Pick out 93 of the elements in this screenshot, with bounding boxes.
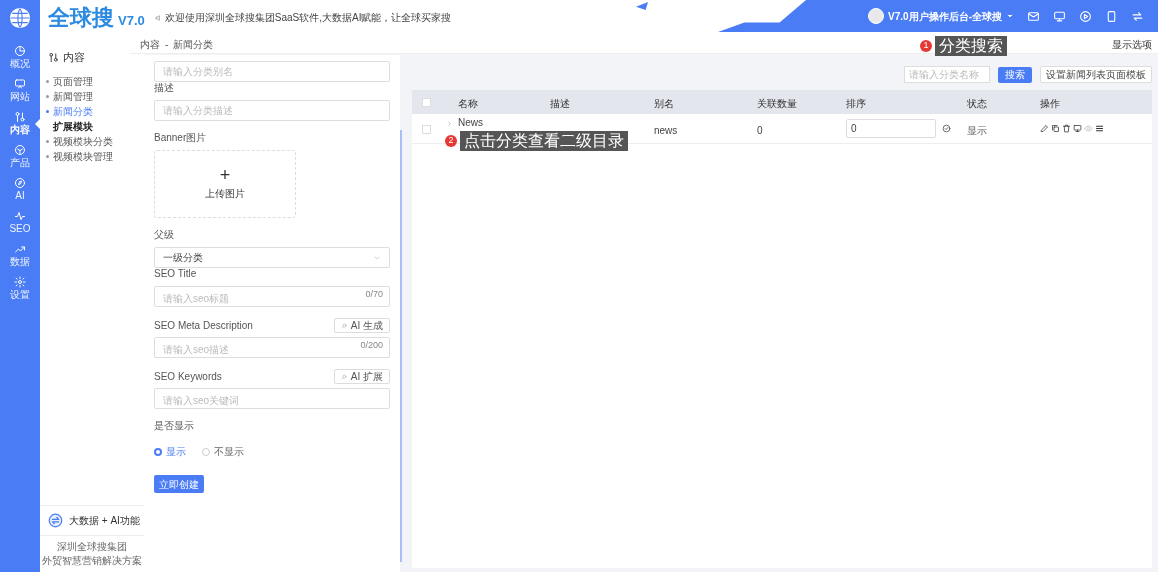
edit-icon[interactable] <box>1040 124 1049 133</box>
breadcrumb-item: 新闻分类 <box>173 37 214 52</box>
annotation-tooltip: 点击分类查看二级目录 <box>460 131 628 151</box>
display-options-link[interactable]: 显示选项 <box>1112 36 1152 52</box>
clock-icon[interactable] <box>14 45 26 57</box>
bullet-icon <box>46 109 49 113</box>
submenu-item[interactable]: 视频模块分类 <box>53 133 113 149</box>
submenu-title: 内容 <box>63 50 85 65</box>
trend-icon[interactable] <box>14 243 26 255</box>
rail-item[interactable]: 数据 <box>10 255 30 268</box>
caret-icon[interactable] <box>1006 12 1014 20</box>
submenu-item[interactable]: 新闻管理 <box>53 88 93 104</box>
submenu-item[interactable]: 扩展模块 <box>53 118 93 134</box>
footer-text: 深圳全球搜集团 <box>57 540 127 554</box>
rail-item[interactable]: SEO <box>9 222 31 235</box>
key-icon <box>48 51 59 63</box>
rail-item[interactable]: 内容 <box>10 123 30 136</box>
key-icon[interactable] <box>14 111 26 123</box>
rail-item[interactable]: AI <box>15 189 25 202</box>
globe-icon <box>9 6 31 29</box>
field-label: SEO Meta Description <box>154 319 253 333</box>
text-area[interactable]: 请输入seo描述 0/200 <box>154 337 390 358</box>
checkbox[interactable] <box>422 98 431 107</box>
column-header: 别名 <box>654 97 674 111</box>
monitor-icon[interactable] <box>1053 9 1066 23</box>
rail-item[interactable]: 网站 <box>10 90 30 103</box>
table-cell-text: 0 <box>757 124 763 138</box>
ai-button[interactable]: AI 生成 <box>333 318 390 333</box>
menu-icon[interactable] <box>1095 124 1104 133</box>
tablet-icon[interactable] <box>1105 9 1118 23</box>
column-header: 操作 <box>1040 97 1060 111</box>
bullet-icon <box>46 139 49 143</box>
rail-item[interactable]: 设置 <box>10 288 30 301</box>
bullet-icon <box>46 94 49 98</box>
field-label: SEO Keywords <box>154 370 222 384</box>
monitor-icon[interactable] <box>14 78 26 90</box>
welcome-text: 欢迎使用深圳全球搜集团SaaS软件,大数据AI赋能，让全球买家搜 <box>164 11 452 25</box>
footer-text: 外贸智慧营销解决方案 <box>42 554 142 568</box>
submenu-item[interactable]: 页面管理 <box>53 73 93 89</box>
parent-select[interactable]: 一级分类 <box>154 247 390 268</box>
column-header: 描述 <box>550 97 570 111</box>
pointer-mark <box>636 2 648 10</box>
account-name[interactable]: V7.0用户操作后台-全球搜 <box>888 8 1002 24</box>
rail-item[interactable]: 概况 <box>10 57 30 70</box>
char-count: 0/200 <box>360 338 383 352</box>
ai-button[interactable]: AI 扩展 <box>333 369 390 384</box>
submenu-item[interactable]: 视频模块管理 <box>53 148 113 164</box>
table-cell[interactable]: News <box>458 117 483 128</box>
annotation-tooltip: 分类搜索 <box>935 36 1007 56</box>
column-header: 排序 <box>846 97 866 111</box>
char-count: 0/70 <box>365 287 383 301</box>
trash-icon[interactable] <box>1062 124 1071 133</box>
copy-icon[interactable] <box>1051 124 1060 133</box>
submenu-item[interactable]: 新闻分类 <box>53 103 93 119</box>
feature-label[interactable]: 大数据 + AI功能 <box>69 513 140 528</box>
radio-label: 显示 <box>166 445 186 459</box>
column-header: 状态 <box>967 97 987 111</box>
field-label: 父级 <box>154 229 175 241</box>
field-label: SEO Title <box>154 268 198 280</box>
swap-icon <box>48 513 63 528</box>
table-cell-text: news <box>654 124 678 138</box>
speaker-icon <box>154 13 163 22</box>
radio-button[interactable] <box>154 447 162 456</box>
text-area[interactable]: 请输入seo关键词 <box>154 388 390 409</box>
radio-label: 不显示 <box>214 445 244 459</box>
create-button[interactable]: 立即创建 <box>154 475 204 493</box>
play-icon[interactable] <box>1079 9 1092 23</box>
column-header: 关联数量 <box>757 97 797 111</box>
rail-item[interactable]: 产品 <box>10 156 30 169</box>
sort-field[interactable]: 0 <box>846 119 936 138</box>
checkbox[interactable] <box>422 125 431 134</box>
table-cell-text: 显示 <box>967 124 987 138</box>
bullet-icon <box>46 79 49 83</box>
settings-icon[interactable] <box>14 276 26 288</box>
monitor-icon[interactable] <box>1073 124 1082 133</box>
search-button[interactable]: 搜索 <box>998 66 1032 83</box>
breadcrumb-separator: - <box>165 37 169 52</box>
field-label: 是否显示 <box>154 420 195 432</box>
bullet-icon <box>46 154 49 158</box>
mail-icon[interactable] <box>1027 9 1040 23</box>
field-label: Banner图片 <box>154 132 208 144</box>
check-circle-icon[interactable] <box>942 124 951 133</box>
breadcrumb-item[interactable]: 内容 <box>140 36 160 52</box>
text-area[interactable]: 请输入seo标题 0/70 <box>154 286 390 307</box>
field-label: 描述 <box>154 82 175 94</box>
brand-name: 全球搜 <box>48 3 114 32</box>
swap-icon[interactable] <box>1131 9 1144 23</box>
column-header: 名称 <box>458 97 478 111</box>
pulse-icon[interactable] <box>14 210 26 222</box>
version-label: V7.0 <box>118 11 145 30</box>
upload-box[interactable]: + 上传图片 <box>154 150 296 218</box>
compass-icon[interactable] <box>14 177 26 189</box>
template-button[interactable]: 设置新闻列表页面模板 <box>1040 66 1152 83</box>
